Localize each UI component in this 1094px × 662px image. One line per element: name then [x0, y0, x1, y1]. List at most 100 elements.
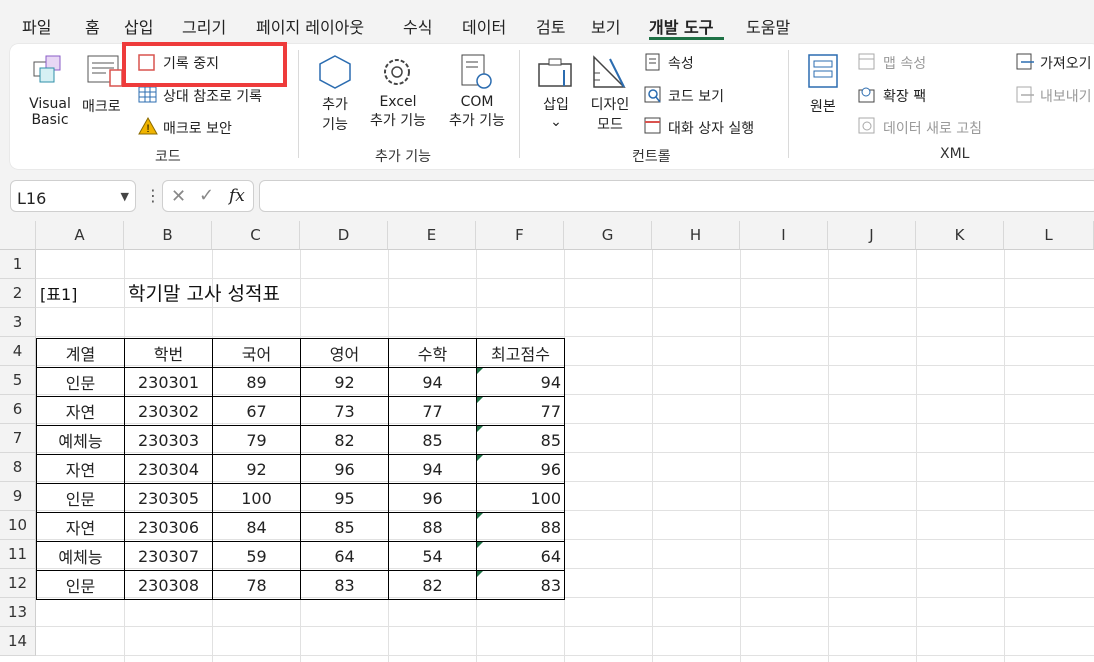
- row-header[interactable]: 13: [0, 598, 36, 627]
- macro-button[interactable]: 매크로: [82, 96, 121, 116]
- row-header[interactable]: 6: [0, 395, 36, 424]
- export-button[interactable]: 내보내기: [1040, 86, 1092, 106]
- header-cell[interactable]: 최고점수: [476, 338, 565, 368]
- formula-input[interactable]: [259, 180, 1094, 212]
- column-header[interactable]: B: [124, 221, 212, 250]
- max-score-cell[interactable]: 96: [476, 454, 565, 484]
- sheet-title-cell[interactable]: 학기말 고사 성적표: [128, 280, 280, 309]
- chevron-down-icon[interactable]: ▼: [121, 190, 129, 203]
- menu-help[interactable]: 도움말: [746, 14, 790, 38]
- cell[interactable]: 78: [212, 570, 301, 600]
- max-score-cell[interactable]: 88: [476, 512, 565, 542]
- cell[interactable]: 230301: [124, 367, 213, 397]
- cell[interactable]: 230303: [124, 425, 213, 455]
- cell[interactable]: 54: [388, 541, 477, 571]
- menu-draw[interactable]: 그리기: [182, 14, 226, 38]
- row-header[interactable]: 10: [0, 511, 36, 540]
- cell[interactable]: 자연: [36, 454, 125, 484]
- design-mode-button[interactable]: 디자인 모드: [585, 94, 635, 134]
- addins-button[interactable]: 추가 기능: [316, 94, 354, 134]
- cell[interactable]: 96: [300, 454, 389, 484]
- row-header[interactable]: 14: [0, 627, 36, 656]
- max-score-cell[interactable]: 85: [476, 425, 565, 455]
- more-options-icon[interactable]: ⋮: [145, 186, 161, 205]
- cell[interactable]: 77: [388, 396, 477, 426]
- column-header[interactable]: J: [828, 221, 916, 250]
- max-score-cell[interactable]: 64: [476, 541, 565, 571]
- excel-addins-button[interactable]: Excel 추가 기능: [362, 94, 434, 130]
- column-header[interactable]: C: [212, 221, 300, 250]
- row-header[interactable]: 8: [0, 453, 36, 482]
- column-header[interactable]: D: [300, 221, 388, 250]
- column-header[interactable]: G: [564, 221, 652, 250]
- menu-insert[interactable]: 삽입: [124, 14, 153, 38]
- cell[interactable]: 230308: [124, 570, 213, 600]
- row-header[interactable]: 12: [0, 569, 36, 598]
- column-header[interactable]: H: [652, 221, 740, 250]
- cell[interactable]: 95: [300, 483, 389, 513]
- cell[interactable]: 230304: [124, 454, 213, 484]
- run-dialog-button[interactable]: 대화 상자 실행: [668, 118, 754, 138]
- import-button[interactable]: 가져오기: [1040, 53, 1092, 73]
- column-header[interactable]: K: [916, 221, 1004, 250]
- cell[interactable]: 67: [212, 396, 301, 426]
- cancel-icon[interactable]: ✕: [171, 186, 186, 207]
- row-header[interactable]: 4: [0, 337, 36, 366]
- cell[interactable]: 230302: [124, 396, 213, 426]
- cell[interactable]: 예체능: [36, 425, 125, 455]
- menu-view[interactable]: 보기: [591, 14, 620, 38]
- row-header[interactable]: 5: [0, 366, 36, 395]
- map-properties-button[interactable]: 맵 속성: [883, 53, 926, 73]
- source-button[interactable]: 원본: [810, 96, 836, 116]
- cell[interactable]: 92: [300, 367, 389, 397]
- header-cell[interactable]: 계열: [36, 338, 125, 368]
- cell[interactable]: 94: [388, 367, 477, 397]
- cell[interactable]: 85: [300, 512, 389, 542]
- cell[interactable]: 59: [212, 541, 301, 571]
- view-code-button[interactable]: 코드 보기: [668, 86, 724, 106]
- macro-security-button[interactable]: 매크로 보안: [163, 118, 232, 138]
- cell[interactable]: 82: [300, 425, 389, 455]
- cell[interactable]: 인문: [36, 367, 125, 397]
- header-cell[interactable]: 수학: [388, 338, 477, 368]
- header-cell[interactable]: 국어: [212, 338, 301, 368]
- refresh-data-button[interactable]: 데이터 새로 고침: [883, 118, 982, 138]
- cell[interactable]: 82: [388, 570, 477, 600]
- cell[interactable]: 96: [388, 483, 477, 513]
- cell[interactable]: 92: [212, 454, 301, 484]
- menu-page-layout[interactable]: 페이지 레이아웃: [256, 14, 364, 38]
- cell[interactable]: 94: [388, 454, 477, 484]
- cell[interactable]: 자연: [36, 512, 125, 542]
- cell[interactable]: 인문: [36, 483, 125, 513]
- row-header[interactable]: 9: [0, 482, 36, 511]
- menu-file[interactable]: 파일: [22, 14, 51, 38]
- menu-formulas[interactable]: 수식: [403, 14, 432, 38]
- max-score-cell[interactable]: 94: [476, 367, 565, 397]
- header-cell[interactable]: 학번: [124, 338, 213, 368]
- select-all-corner[interactable]: [0, 221, 36, 250]
- properties-button[interactable]: 속성: [668, 53, 694, 73]
- column-header[interactable]: I: [740, 221, 828, 250]
- cell[interactable]: 64: [300, 541, 389, 571]
- max-score-cell[interactable]: 83: [476, 570, 565, 600]
- cell[interactable]: 83: [300, 570, 389, 600]
- column-header[interactable]: A: [36, 221, 124, 250]
- confirm-icon[interactable]: ✓: [199, 185, 214, 206]
- cell[interactable]: 예체능: [36, 541, 125, 571]
- column-header[interactable]: L: [1004, 221, 1094, 250]
- cell[interactable]: 84: [212, 512, 301, 542]
- com-addins-button[interactable]: COM 추가 기능: [441, 94, 513, 130]
- visual-basic-button[interactable]: Visual Basic: [28, 96, 72, 128]
- cell[interactable]: 230307: [124, 541, 213, 571]
- relative-reference-button[interactable]: 상대 참조로 기록: [163, 86, 262, 106]
- row-header[interactable]: 3: [0, 308, 36, 337]
- cell[interactable]: 73: [300, 396, 389, 426]
- cell[interactable]: 85: [388, 425, 477, 455]
- cell[interactable]: 230306: [124, 512, 213, 542]
- row-header[interactable]: 7: [0, 424, 36, 453]
- column-header[interactable]: F: [476, 221, 564, 250]
- cell[interactable]: 89: [212, 367, 301, 397]
- name-box[interactable]: L16 ▼: [10, 180, 136, 212]
- header-cell[interactable]: 영어: [300, 338, 389, 368]
- cell[interactable]: 79: [212, 425, 301, 455]
